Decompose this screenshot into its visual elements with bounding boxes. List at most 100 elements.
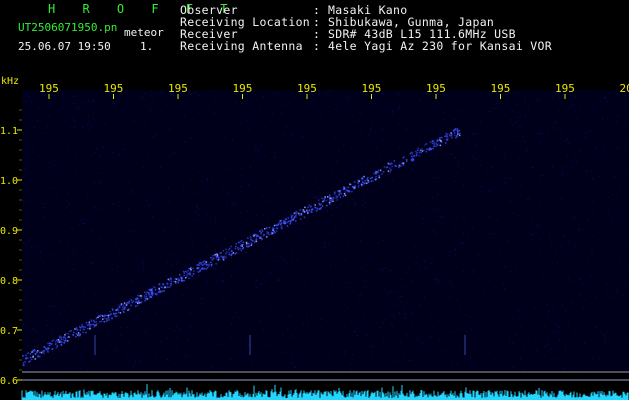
noise-speck — [227, 192, 229, 194]
noise-speck — [325, 288, 327, 290]
noise-speck — [292, 134, 293, 136]
noise-speck — [290, 250, 292, 252]
signal-point — [458, 129, 460, 132]
noise-speck — [95, 146, 97, 148]
noise-speck — [273, 331, 275, 333]
signal-point — [238, 241, 240, 244]
signal-point — [290, 221, 292, 223]
noise-speck — [133, 120, 135, 122]
noise-speck — [28, 159, 30, 161]
noise-speck — [122, 192, 124, 194]
noise-speck — [486, 172, 488, 174]
noise-speck — [549, 357, 551, 359]
noise-speck — [111, 263, 113, 265]
noise-speck — [371, 121, 373, 123]
noise-speck — [509, 121, 511, 123]
noise-speck — [612, 219, 614, 221]
noise-speck — [294, 96, 296, 98]
noise-speck — [53, 165, 55, 167]
signal-point — [161, 290, 163, 293]
noise-speck — [525, 265, 527, 267]
signal-point — [206, 264, 208, 266]
noise-speck — [436, 279, 438, 280]
noise-speck — [613, 190, 615, 192]
noise-speck — [372, 279, 374, 281]
signal-point — [345, 189, 348, 191]
noise-speck — [231, 256, 233, 258]
noise-speck — [109, 344, 111, 345]
noise-speck — [351, 281, 353, 283]
noise-speck — [398, 312, 400, 314]
signal-point — [379, 169, 382, 172]
signal-point — [197, 264, 200, 266]
noise-speck — [399, 106, 401, 107]
noise-speck — [59, 240, 61, 242]
signal-point — [225, 248, 227, 251]
noise-speck — [138, 308, 140, 310]
signal-point — [24, 358, 27, 360]
noise-speck — [471, 95, 473, 97]
noise-speck — [358, 295, 360, 297]
noise-speck — [72, 253, 74, 255]
noise-speck — [528, 198, 530, 200]
signal-point — [185, 270, 187, 273]
noise-speck — [261, 186, 263, 188]
noise-speck — [326, 92, 328, 94]
x-tick-label: 2000 — [620, 82, 629, 95]
noise-speck — [234, 312, 236, 314]
signal-point — [177, 281, 179, 284]
signal-point — [344, 191, 346, 193]
noise-speck — [348, 300, 350, 302]
noise-speck — [301, 252, 303, 254]
noise-speck — [197, 261, 199, 262]
noise-speck — [516, 104, 518, 105]
noise-speck — [383, 288, 385, 290]
signal-point — [70, 330, 72, 332]
noise-speck — [584, 136, 586, 138]
signal-point — [334, 193, 336, 195]
noise-speck — [554, 158, 556, 160]
noise-speck — [519, 159, 521, 161]
noise-speck — [579, 279, 580, 280]
noise-speck — [539, 240, 541, 242]
signal-point — [208, 263, 210, 266]
signal-point — [314, 204, 316, 206]
noise-speck — [133, 101, 135, 102]
signal-point — [429, 141, 432, 143]
signal-point — [77, 332, 80, 334]
noise-speck — [282, 172, 284, 174]
noise-speck — [512, 342, 514, 344]
noise-speck — [362, 286, 364, 287]
noise-speck — [26, 352, 28, 354]
noise-speck — [417, 338, 419, 340]
signal-point — [160, 286, 163, 288]
signal-point — [158, 287, 160, 290]
noise-speck — [99, 182, 101, 184]
noise-speck — [317, 224, 319, 226]
noise-speck — [528, 109, 529, 111]
signal-point — [83, 329, 85, 331]
noise-speck — [143, 167, 145, 168]
signal-point — [456, 128, 459, 130]
noise-speck — [361, 134, 363, 136]
noise-speck — [116, 229, 118, 231]
noise-speck — [587, 219, 589, 221]
noise-speck — [285, 200, 287, 202]
noise-speck — [190, 312, 191, 314]
noise-speck — [408, 266, 409, 268]
noise-speck — [237, 186, 238, 188]
noise-speck — [42, 244, 44, 246]
signal-point — [47, 342, 49, 345]
signal-point — [235, 252, 238, 254]
noise-speck — [313, 153, 315, 155]
noise-speck — [344, 258, 346, 260]
signal-point — [291, 219, 293, 221]
noise-speck — [128, 209, 130, 211]
noise-speck — [580, 148, 582, 150]
noise-speck — [460, 289, 462, 291]
noise-speck — [198, 207, 200, 209]
noise-speck — [392, 110, 393, 112]
noise-speck — [361, 129, 363, 131]
noise-speck — [536, 349, 538, 351]
y-tick-label: 0.7 — [0, 326, 18, 337]
